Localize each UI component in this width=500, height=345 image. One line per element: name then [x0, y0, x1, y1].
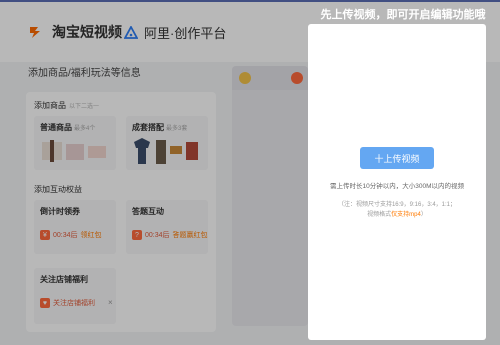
upload-format-prefix: 视频格式 — [367, 212, 392, 218]
upload-format-suffix: ） — [420, 212, 427, 218]
upload-requirement: 需上传时长10分钟以内，大小300M以内的视频 — [330, 183, 464, 190]
upload-format-line: 视频格式仅支持mp4） — [318, 210, 476, 220]
upload-tip-title: 先上传视频，即可开启编辑功能哦 — [320, 9, 486, 21]
upload-format-note: （注：视频尺寸支持16:9，9:16，3:4，1:1； 视频格式仅支持mp4） — [318, 200, 476, 220]
upload-size-note: （注：视频尺寸支持16:9，9:16，3:4，1:1； — [337, 202, 457, 208]
upload-format-highlight: 仅支持mp4 — [391, 212, 421, 218]
upload-video-button[interactable]: 十上传视频 — [360, 147, 434, 169]
upload-panel: 十上传视频 需上传时长10分钟以内，大小300M以内的视频 （注：视频尺寸支持1… — [308, 24, 486, 340]
